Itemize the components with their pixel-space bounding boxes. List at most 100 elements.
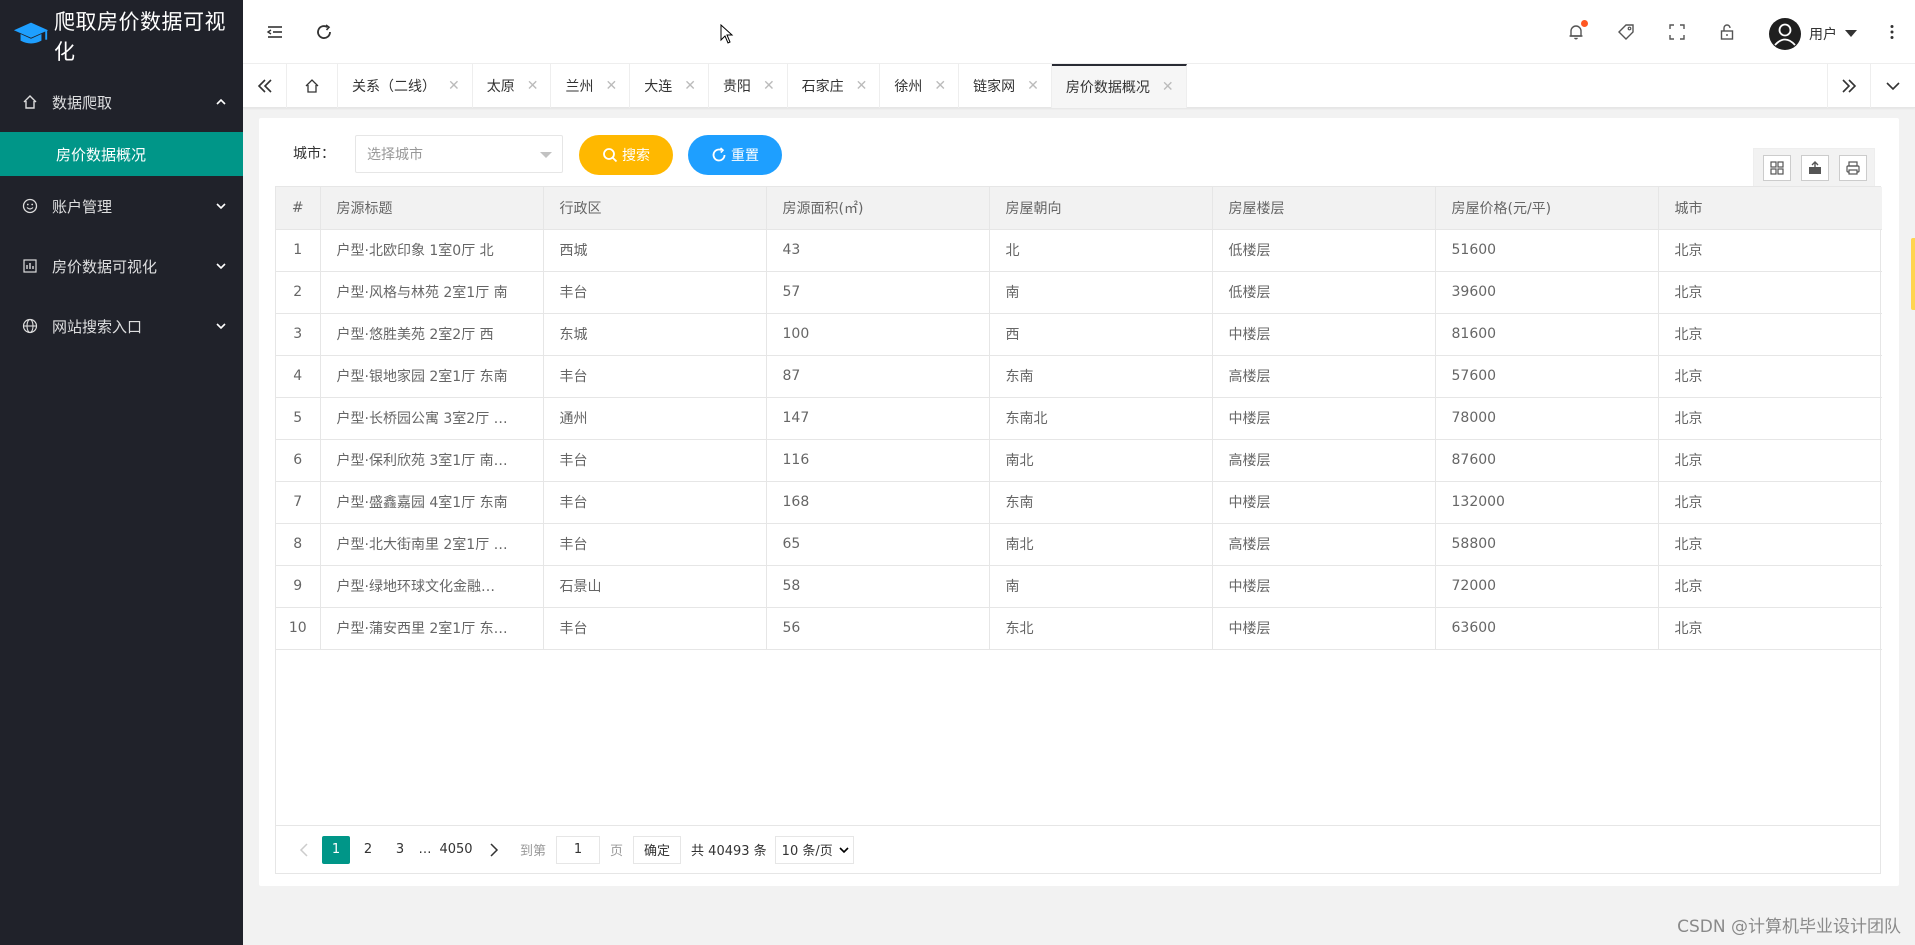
sidebar-item-visualization[interactable]: 房价数据可视化 [0, 236, 243, 296]
app-logo[interactable]: 爬取房价数据可视化 [0, 0, 243, 72]
table-cell: 西 [989, 313, 1213, 356]
table-row[interactable]: 6 户型·保利欣苑 3室1厅 南… 丰台 116 南北 高楼层 87600 北京 [276, 439, 1882, 482]
table-cell: 户型·保利欣苑 3室1厅 南… [320, 439, 544, 482]
more-icon[interactable] [1882, 22, 1902, 42]
goto-confirm-button[interactable]: 确定 [633, 835, 682, 864]
column-header[interactable]: 行政区 [543, 187, 767, 230]
tabs-dropdown-icon[interactable] [1871, 64, 1915, 108]
tab-xuzhou[interactable]: 徐州 ✕ [880, 64, 960, 108]
mouse-cursor-icon [720, 24, 734, 44]
table-row[interactable]: 10 户型·蒲安西里 2室1厅 东… 丰台 56 东北 中楼层 63600 北京 [276, 607, 1882, 650]
column-header[interactable]: 房屋价格(元/平) [1435, 187, 1659, 230]
total-count: 共 40493 条 [691, 844, 767, 859]
search-icon [603, 148, 618, 163]
table-cell: 116 [766, 439, 990, 482]
column-header[interactable]: 房源面积(㎡) [766, 187, 990, 230]
page-size-value: 10 条/页 [781, 844, 833, 859]
smile-icon [22, 198, 38, 214]
next-page-icon[interactable] [480, 836, 508, 864]
tabs-scroll-left-icon[interactable] [243, 64, 287, 108]
city-select-placeholder: 选择城市 [367, 147, 423, 163]
tab-relation[interactable]: 关系（二线） ✕ [338, 64, 473, 108]
close-icon[interactable]: ✕ [1162, 79, 1174, 95]
tab-home[interactable] [287, 64, 338, 108]
goto-label: 到第 [520, 844, 547, 859]
page-number-current[interactable]: 1 [322, 835, 350, 864]
sidebar-item-label: 账户管理 [52, 197, 113, 216]
tab-guiyang[interactable]: 贵阳 ✕ [709, 64, 788, 108]
menu-collapse-icon[interactable] [265, 22, 285, 42]
column-header[interactable]: 房屋楼层 [1212, 187, 1436, 230]
columns-filter-icon[interactable] [1763, 155, 1791, 181]
table-cell: 东城 [543, 313, 767, 356]
tab-lanzhou[interactable]: 兰州 ✕ [551, 64, 631, 108]
caret-down-icon [540, 152, 552, 158]
tab-label: 徐州 [894, 79, 923, 95]
table-row[interactable]: 9 户型·绿地环球文化金融… 石景山 58 南中楼层 72000 北京 [276, 565, 1882, 608]
table-row[interactable]: 2 户型·风格与林苑 2室1厅 南丰台 57 南低楼层 39600 北京 [276, 271, 1882, 314]
close-icon[interactable]: ✕ [763, 78, 775, 94]
tab-taiyuan[interactable]: 太原 ✕ [473, 64, 552, 108]
table-cell: 39600 [1435, 271, 1659, 314]
refresh-icon [712, 147, 726, 162]
table-cell: 87 [766, 355, 990, 398]
lock-icon[interactable] [1717, 22, 1737, 42]
table-row[interactable]: 5 户型·长桥园公寓 3室2厅 … 通州 147 东南北 中楼层 78000 北京 [276, 397, 1882, 440]
column-header[interactable]: 房源标题 [320, 187, 544, 230]
tab-house-overview[interactable]: 房价数据概况 ✕ [1051, 64, 1187, 108]
close-icon[interactable]: ✕ [1027, 78, 1039, 94]
reset-button[interactable]: 重置 [688, 135, 782, 175]
page-number[interactable]: 3 [386, 836, 414, 864]
table-row[interactable]: 8 户型·北大街南里 2室1厅 … 丰台 65 南北 高楼层 58800 北京 [276, 523, 1882, 566]
column-header[interactable]: 房屋朝向 [989, 187, 1213, 230]
sidebar-item-account[interactable]: 账户管理 [0, 176, 243, 236]
close-icon[interactable]: ✕ [605, 78, 617, 94]
tab-label: 贵阳 [722, 79, 751, 95]
table-cell: 户型·银地家园 2室1厅 东南 [320, 355, 544, 398]
close-icon[interactable]: ✕ [448, 78, 460, 94]
sidebar-item-data-crawl[interactable]: 数据爬取 [0, 72, 243, 132]
sidebar-item-label: 房价数据概况 [56, 145, 147, 164]
table-cell: 中楼层 [1212, 607, 1436, 650]
table-cell: 北京 [1658, 481, 1882, 524]
page-number-last[interactable]: 4050 [436, 836, 476, 864]
tab-label: 大连 [644, 79, 673, 95]
sidebar-item-site-search[interactable]: 网站搜索入口 [0, 296, 243, 356]
tab-dalian[interactable]: 大连 ✕ [630, 64, 709, 108]
table-row[interactable]: 4 户型·银地家园 2室1厅 东南 丰台 87 东南 高楼层 57600 北京 [276, 355, 1882, 398]
user-menu[interactable]: 用户 [1769, 18, 1857, 50]
sidebar-subitem-house-overview[interactable]: 房价数据概况 [0, 132, 243, 176]
chevron-down-icon [839, 846, 849, 853]
table-row[interactable]: 7 户型·盛鑫嘉园 4室1厅 东南 丰台 168 东南 中楼层 132000 北京 [276, 481, 1882, 524]
prev-page-icon[interactable] [290, 836, 318, 864]
table-cell: 户型·北大街南里 2室1厅 … [320, 523, 544, 566]
caret-down-icon [1845, 30, 1857, 37]
refresh-icon[interactable] [314, 22, 334, 42]
page-number[interactable]: 2 [354, 836, 382, 864]
export-icon[interactable] [1801, 155, 1829, 181]
goto-page-input[interactable]: 1 [556, 835, 601, 864]
close-icon[interactable]: ✕ [684, 78, 696, 94]
print-icon[interactable] [1839, 155, 1867, 181]
fullscreen-icon[interactable] [1667, 22, 1687, 42]
data-table-container: # 房源标题 行政区 房源面积(㎡) 房屋朝向 房屋楼层 房屋价格(元/平) 城… [275, 186, 1882, 874]
bell-icon[interactable] [1566, 20, 1588, 42]
tag-icon[interactable] [1616, 22, 1636, 42]
sidebar-nav: 数据爬取 房价数据概况 账户管理 房价数据可视化 网站搜索入口 [0, 72, 243, 356]
city-select[interactable]: 选择城市 [355, 135, 563, 173]
table-cell: 9 [276, 565, 321, 608]
search-button[interactable]: 搜索 [579, 135, 673, 175]
table-row[interactable]: 3 户型·悠胜美苑 2室2厅 西东城 100 西中楼层 81600 北京 [276, 313, 1882, 356]
table-cell: 东北 [989, 607, 1213, 650]
side-drawer-handle[interactable] [1911, 238, 1915, 310]
tab-shijiazhuang[interactable]: 石家庄 ✕ [788, 64, 881, 108]
close-icon[interactable]: ✕ [934, 78, 946, 94]
tab-lianjia[interactable]: 链家网 ✕ [959, 64, 1052, 108]
page-size-select[interactable]: 10 条/页 [774, 835, 854, 864]
column-header[interactable]: 城市 [1658, 187, 1882, 230]
close-icon[interactable]: ✕ [856, 78, 868, 94]
table-row[interactable]: 1 户型·北欧印象 1室0厅 北西城 43 北低楼层 51600 北京 [276, 229, 1882, 272]
tabs-bar: 关系（二线） ✕ 太原 ✕ 兰州 ✕ 大连 ✕ 贵阳 ✕ 石家庄 ✕ 徐州 ✕ 链家网 ✕ 房价… [243, 64, 1915, 108]
close-icon[interactable]: ✕ [527, 78, 539, 94]
tabs-scroll-right-icon[interactable] [1827, 64, 1871, 108]
